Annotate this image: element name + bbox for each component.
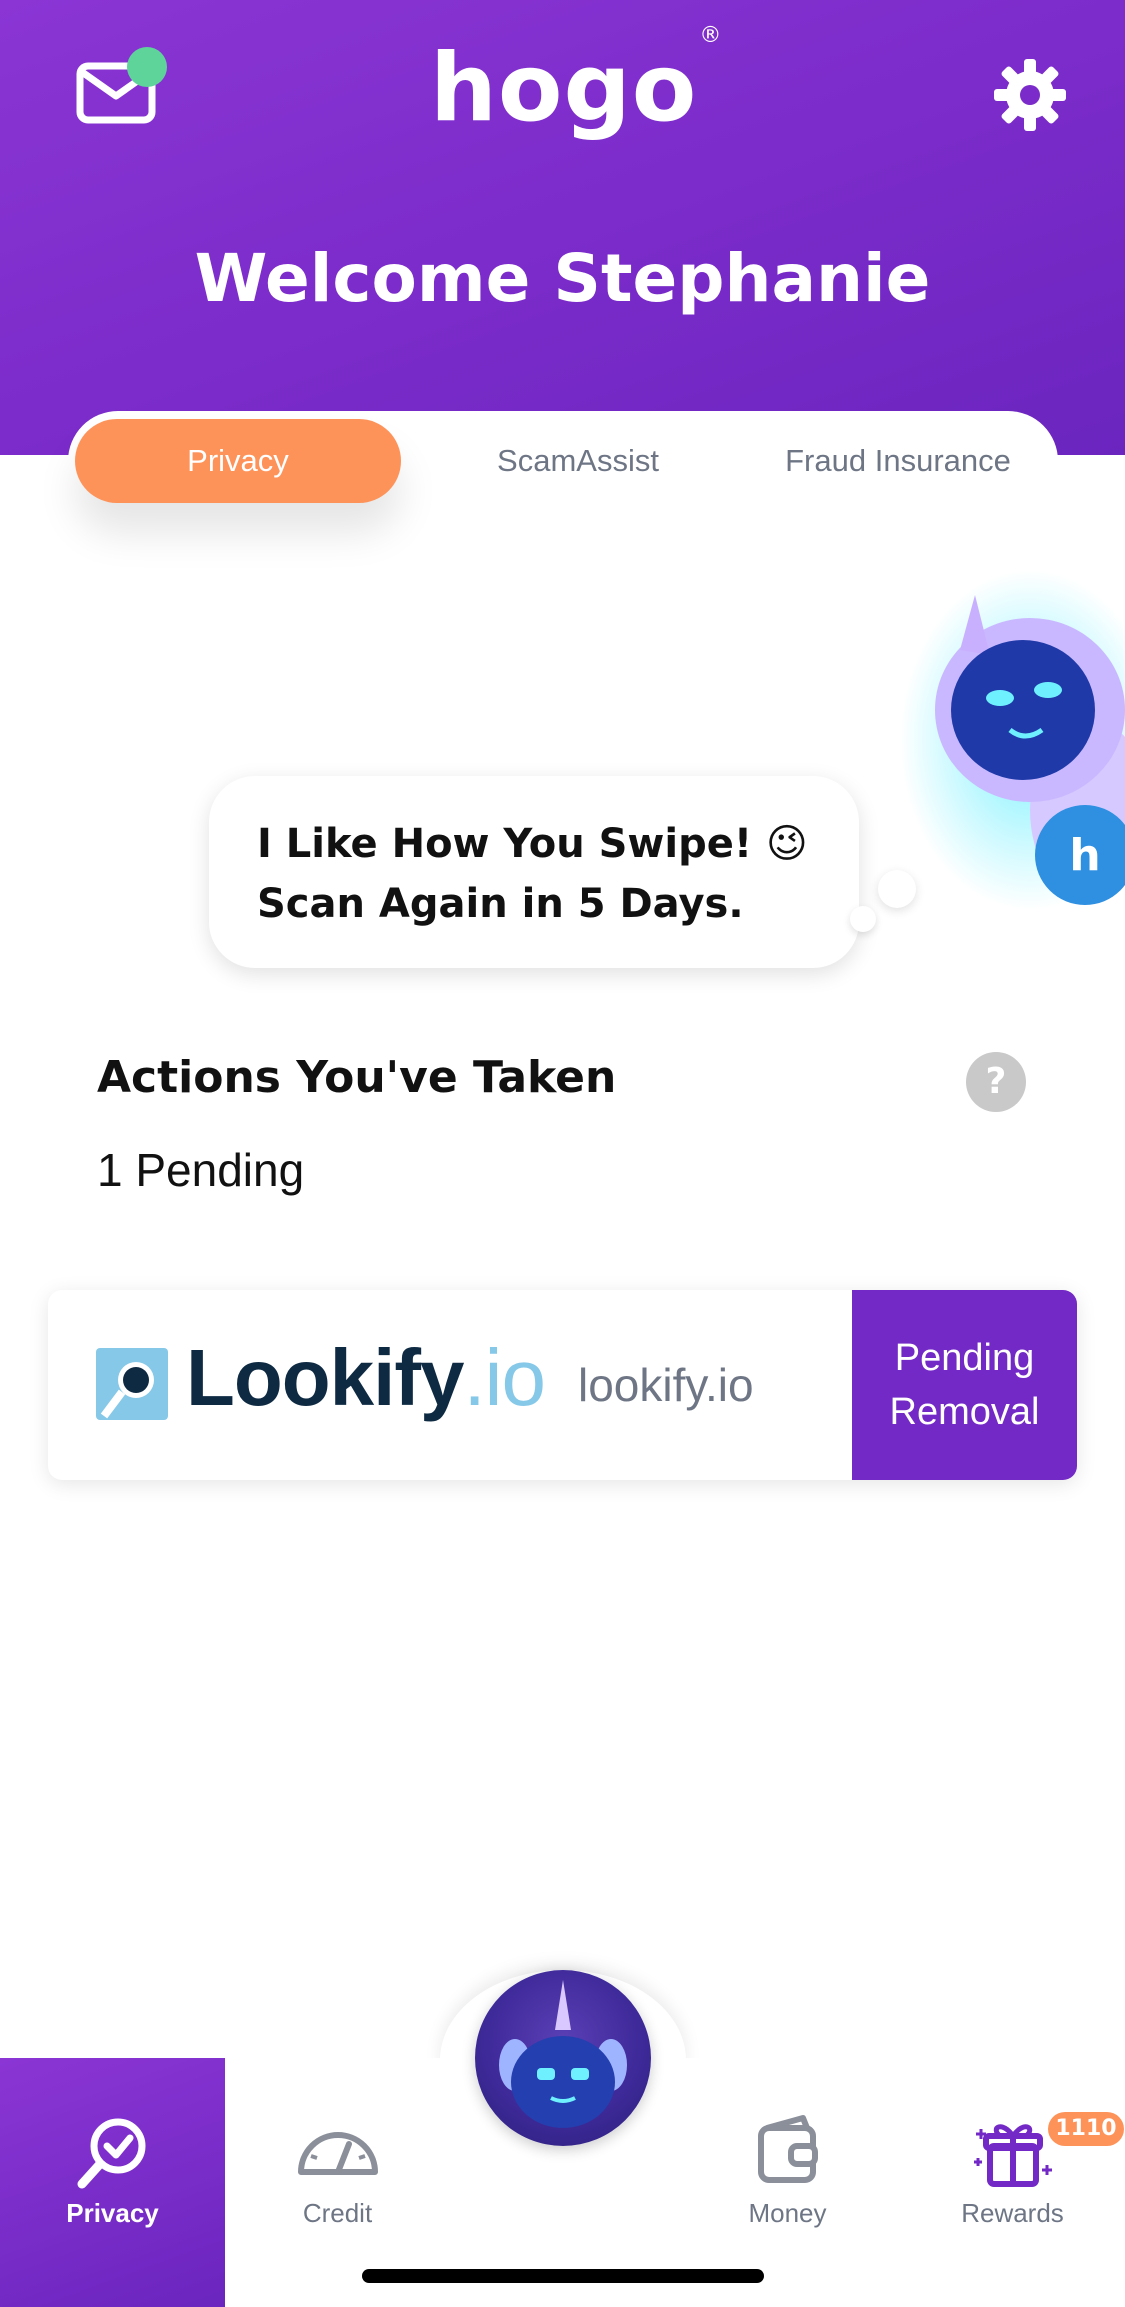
nav-label-money: Money [748,2198,827,2228]
privacy-check-icon [77,2118,146,2189]
tab-scamassist[interactable]: ScamAssist [428,419,728,503]
home-indicator[interactable] [362,2269,764,2283]
status-badge: Pending Removal [852,1290,1077,1480]
robot-face-icon [499,1980,627,2128]
mascot-avatar-button[interactable] [475,1970,651,2146]
data-broker-card[interactable]: Lookify.io lookify.io Pending Removal [48,1290,1077,1480]
speech-bubble: I Like How You Swipe! 😉 Scan Again in 5 … [209,776,859,968]
header: hogo® Welcome Stephanie [0,0,1125,455]
bubble-tail-dot [850,906,876,932]
help-icon[interactable]: ? [966,1052,1026,1112]
lookify-logo-icon [96,1348,168,1420]
gear-icon[interactable] [994,59,1066,131]
wallet-icon [758,2115,818,2183]
nav-label-credit: Credit [302,2198,373,2228]
lookify-logo-text: Lookify.io [186,1333,546,1422]
rewards-count-badge: 1110 [1048,2112,1124,2146]
nav-label-privacy: Privacy [66,2198,159,2228]
unicorn-robot-mascot: h [900,570,1125,910]
pending-count: 1 Pending [97,1144,305,1196]
bubble-line-1: I Like How You Swipe! 😉 [257,821,808,867]
gift-icon [974,2124,1052,2187]
notification-dot [127,47,167,87]
tab-privacy[interactable]: Privacy [75,419,401,503]
svg-text:h: h [1069,830,1100,881]
tab-fraud-insurance[interactable]: Fraud Insurance [748,419,1048,503]
nav-item-rewards[interactable]: Rewards [900,2058,1125,2307]
bubble-tail-dot [878,870,916,908]
broker-domain: lookify.io [578,1359,754,1411]
gauge-icon [298,2132,378,2175]
nav-label-rewards: Rewards [961,2198,1064,2228]
bubble-line-2: Scan Again in 5 Days. [257,881,744,927]
welcome-heading: Welcome Stephanie [194,240,931,317]
nav-item-privacy[interactable]: Privacy [0,2058,225,2307]
actions-title: Actions You've Taken [97,1052,617,1103]
segmented-tabs: Privacy ScamAssist Fraud Insurance [68,411,1058,511]
hogo-logo: hogo® [430,22,723,143]
